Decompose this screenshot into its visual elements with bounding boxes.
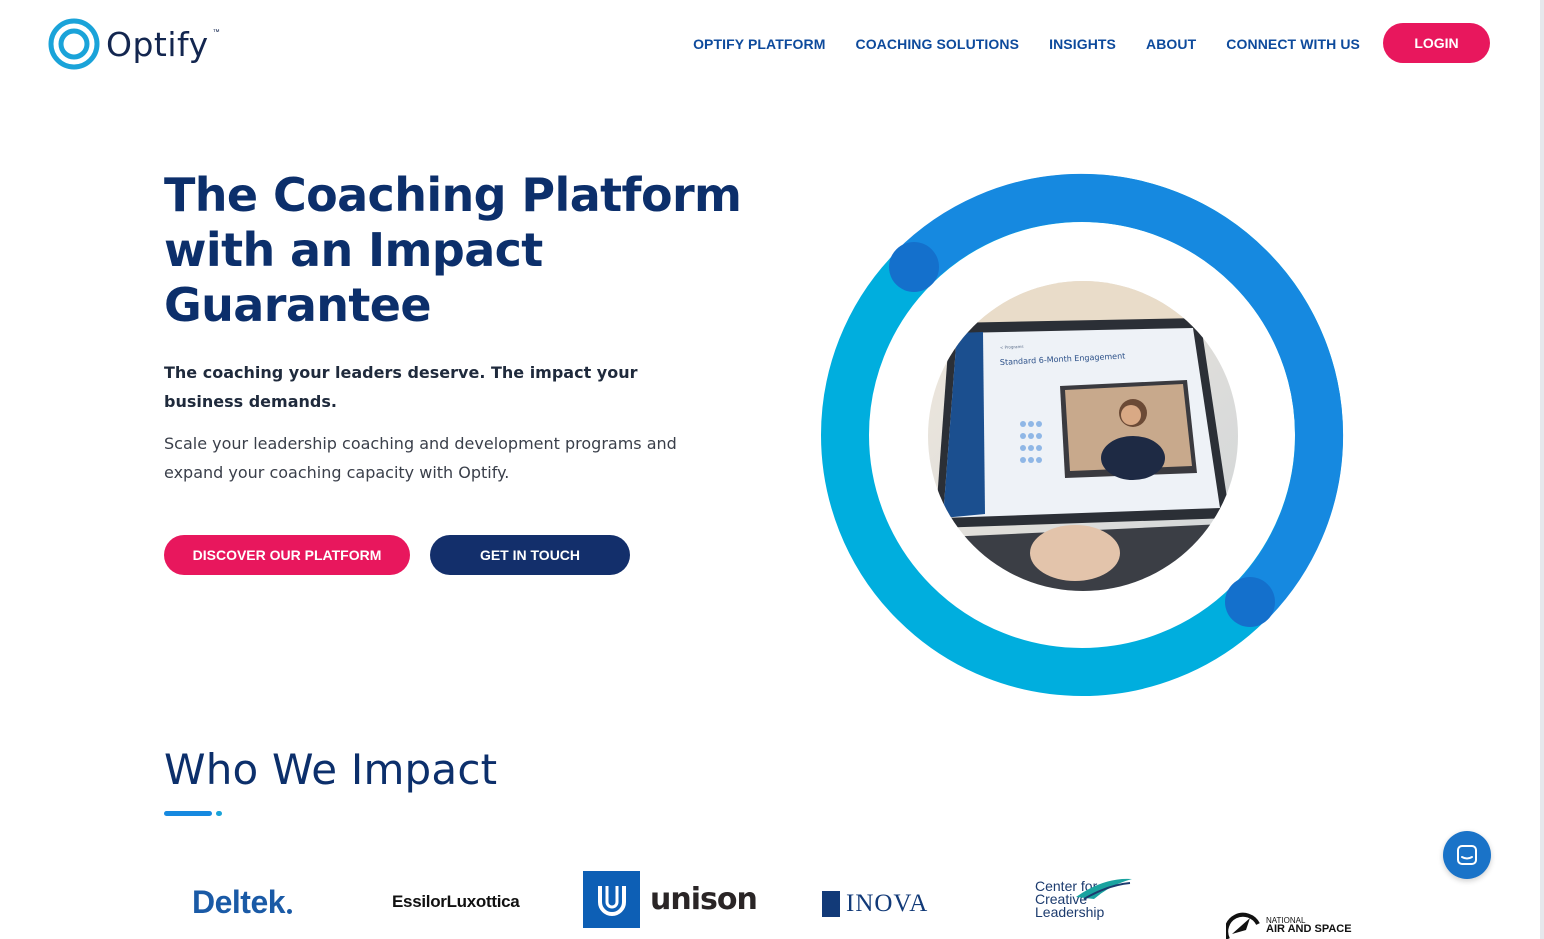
unison-wordmark: unison bbox=[650, 882, 758, 917]
laptop-photo: Standard 6-Month Engagement < Programs bbox=[928, 281, 1238, 591]
deltek-wordmark: Deltek bbox=[192, 884, 286, 920]
client-logo-ccl: Center for Creative Leadership bbox=[1035, 878, 1134, 920]
impact-underline-dot bbox=[216, 811, 222, 816]
hero-visual: Standard 6-Month Engagement < Programs bbox=[815, 168, 1350, 703]
hero-body: Scale your leadership coaching and devel… bbox=[164, 434, 677, 482]
nav-about[interactable]: ABOUT bbox=[1146, 36, 1196, 52]
inova-wordmark: INOVA bbox=[846, 890, 929, 917]
optify-logo-icon bbox=[48, 18, 100, 70]
client-logo-unison: unison bbox=[583, 871, 758, 928]
main-nav: OPTIFY PLATFORM COACHING SOLUTIONS INSIG… bbox=[693, 36, 1360, 52]
unison-mark-icon bbox=[583, 871, 640, 928]
logo-wordmark: Optify bbox=[106, 24, 209, 64]
get-in-touch-button[interactable]: GET IN TOUCH bbox=[430, 535, 630, 575]
discover-platform-button[interactable]: DISCOVER OUR PLATFORM bbox=[164, 535, 410, 575]
chat-bubble-icon bbox=[1457, 845, 1477, 865]
client-logo-nasm: NATIONAL AIR AND SPACE bbox=[1226, 910, 1352, 939]
nasm-line-2: AIR AND SPACE bbox=[1266, 922, 1352, 935]
client-logo-deltek: Deltek bbox=[192, 884, 293, 921]
ring-knob-top bbox=[889, 242, 939, 292]
impact-title: Who We Impact bbox=[164, 745, 498, 794]
inova-mark-icon bbox=[822, 891, 840, 917]
ccl-swoosh-icon bbox=[1076, 878, 1133, 900]
optify-logo[interactable]: Optify ™ bbox=[48, 18, 222, 70]
hero-title: The Coaching Platform with an Impact Gua… bbox=[164, 168, 742, 332]
chat-launcher-button[interactable] bbox=[1443, 831, 1491, 879]
nav-insights[interactable]: INSIGHTS bbox=[1049, 36, 1116, 52]
essilor-wordmark: EssilorLuxottica bbox=[392, 892, 520, 911]
impact-underline bbox=[164, 811, 212, 816]
hero-ring-illustration: Standard 6-Month Engagement < Programs bbox=[821, 173, 1344, 696]
page-edge bbox=[1540, 0, 1544, 939]
hero-subtitle: The coaching your leaders deserve. The i… bbox=[164, 363, 638, 411]
nasm-mark-icon bbox=[1226, 912, 1260, 939]
ccl-line-3: Leadership bbox=[1035, 904, 1105, 920]
login-button[interactable]: LOGIN bbox=[1383, 23, 1490, 63]
nasm-wordmark: NATIONAL AIR AND SPACE bbox=[1266, 916, 1352, 935]
logo-trademark: ™ bbox=[212, 28, 220, 36]
client-logo-inova: INOVA bbox=[822, 890, 928, 918]
nav-optify-platform[interactable]: OPTIFY PLATFORM bbox=[693, 36, 825, 52]
nav-connect-with-us[interactable]: CONNECT WITH US bbox=[1226, 36, 1360, 52]
ring-knob-bottom bbox=[1225, 577, 1275, 627]
deltek-dot bbox=[287, 909, 293, 914]
nav-coaching-solutions[interactable]: COACHING SOLUTIONS bbox=[855, 36, 1019, 52]
client-logo-essilorluxottica: EssilorLuxottica bbox=[392, 892, 520, 912]
